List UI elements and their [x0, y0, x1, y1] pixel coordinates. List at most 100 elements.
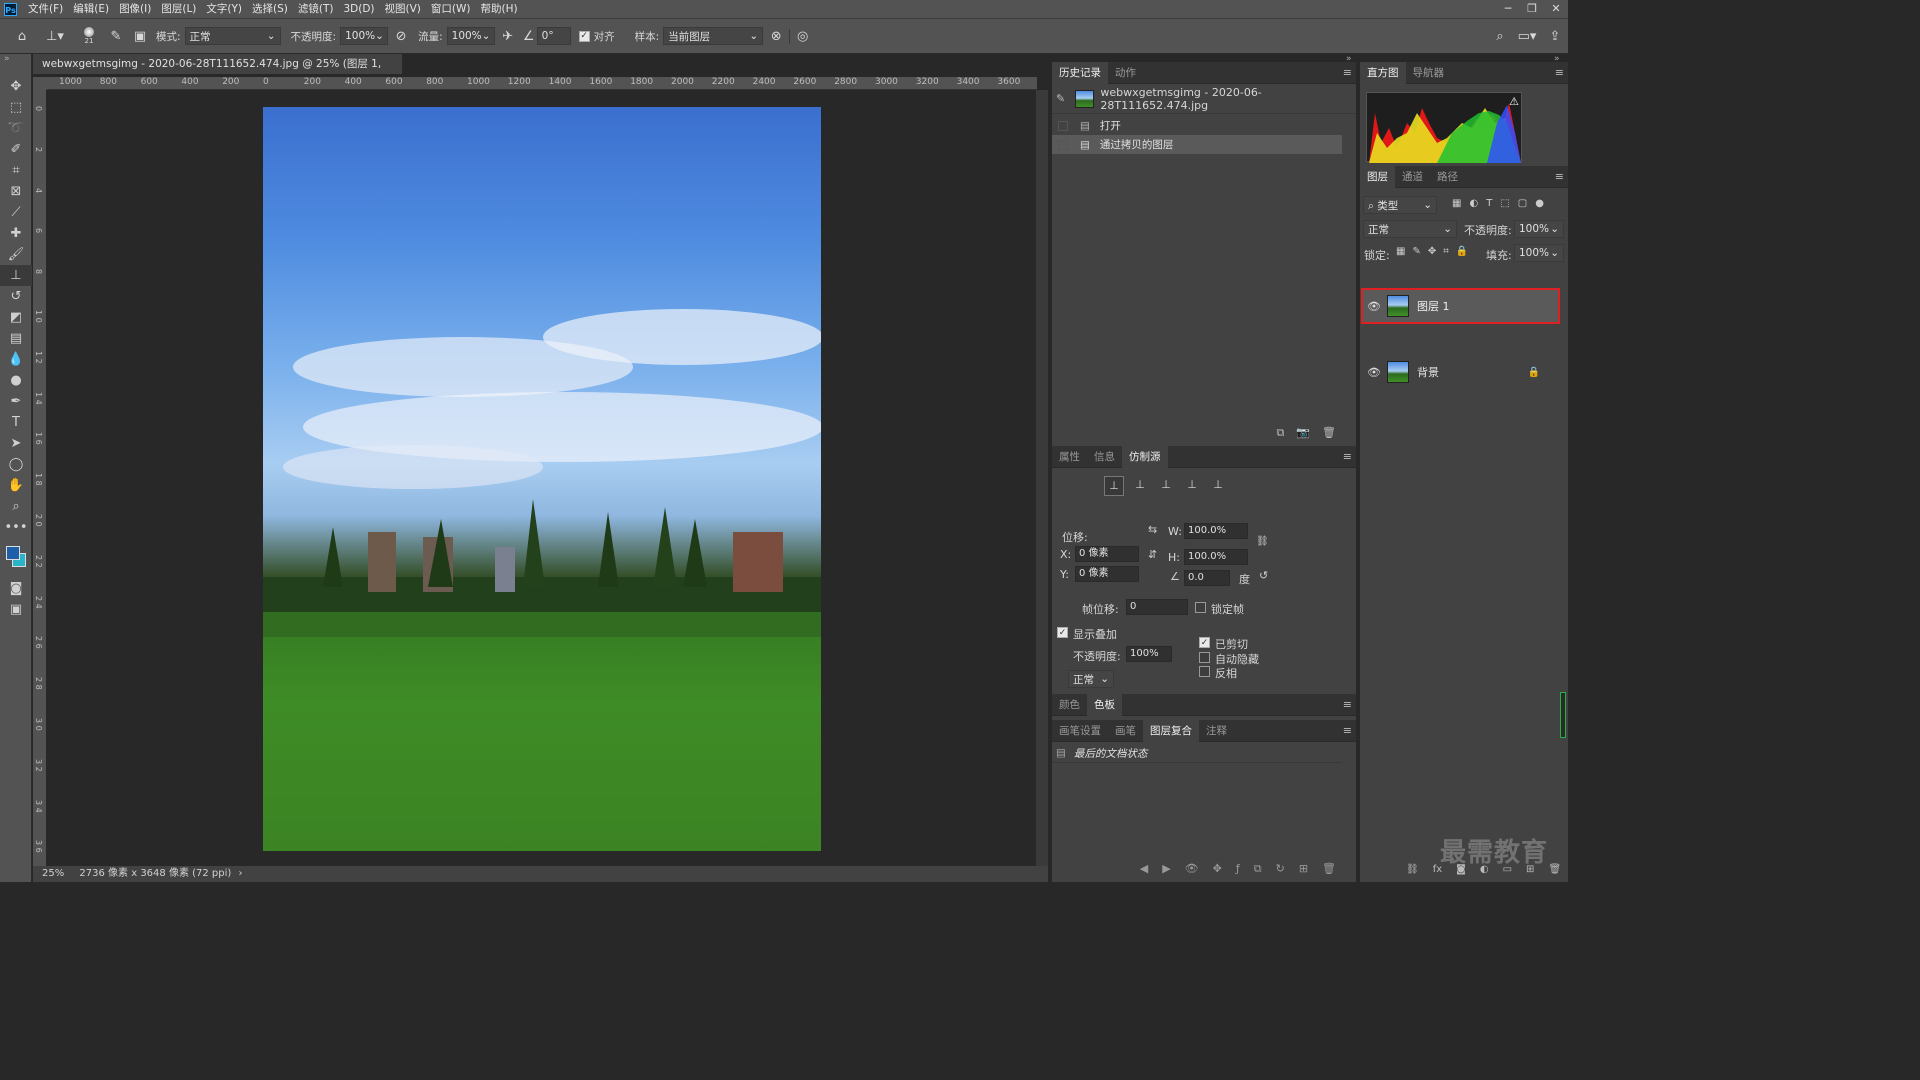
- frame-tool-icon[interactable]: ⊠: [0, 181, 32, 202]
- tab-actions[interactable]: 动作: [1108, 62, 1143, 84]
- trash-icon[interactable]: 🗑: [1322, 426, 1336, 440]
- clone-stamp-preset-icon[interactable]: ⊥▾: [40, 29, 70, 44]
- tab-histogram[interactable]: 直方图: [1360, 61, 1406, 84]
- healing-brush-tool-icon[interactable]: ✚: [0, 223, 32, 244]
- history-item-active[interactable]: ▤ 通过拷贝的图层: [1052, 135, 1342, 154]
- lock-pixels-icon[interactable]: ✎: [1412, 246, 1420, 257]
- appearance-icon[interactable]: ⧉: [1254, 862, 1262, 876]
- brush-settings-icon[interactable]: ✎: [104, 29, 128, 44]
- adjustment-filter-icon[interactable]: ◐: [1469, 198, 1478, 209]
- tab-layer-comps[interactable]: 图层复合: [1143, 719, 1199, 742]
- lock-all-icon[interactable]: 🔒: [1456, 246, 1468, 257]
- new-document-icon[interactable]: ⧉: [1276, 426, 1284, 440]
- link-icon[interactable]: ⛓: [1256, 536, 1269, 547]
- rotation-input[interactable]: 0.0: [1184, 570, 1230, 586]
- lock-artboard-icon[interactable]: ⌗: [1443, 246, 1449, 257]
- invert-checkbox[interactable]: [1199, 666, 1210, 677]
- flow-input[interactable]: 100% ⌄: [446, 27, 495, 45]
- type-tool-icon[interactable]: T: [0, 412, 32, 433]
- layer-comp-item[interactable]: ▤ 最后的文档状态: [1052, 744, 1342, 763]
- w-input[interactable]: 100.0%: [1184, 523, 1248, 539]
- camera-icon[interactable]: 📷: [1296, 426, 1310, 440]
- smart-object-filter-icon[interactable]: ▢: [1518, 198, 1527, 209]
- tab-history[interactable]: 历史记录: [1052, 61, 1108, 84]
- workspace-icon[interactable]: ▭▾: [1512, 29, 1542, 44]
- group-icon[interactable]: ▭: [1503, 864, 1512, 875]
- panel-menu-icon[interactable]: ≡: [1555, 62, 1564, 84]
- menu-view[interactable]: 视图(V): [380, 0, 426, 18]
- layer-filter-select[interactable]: ⌕ 类型 ⌄: [1363, 196, 1437, 214]
- tab-notes[interactable]: 注释: [1199, 720, 1234, 742]
- zoom-tool-icon[interactable]: ⌕: [0, 496, 32, 517]
- filter-toggle-icon[interactable]: ●: [1535, 198, 1544, 209]
- crop-tool-icon[interactable]: ⌗: [0, 160, 32, 181]
- horizontal-ruler[interactable]: 1000 800 600 400 200 0 200 400 600 800 1000 1200 140…: [47, 77, 1037, 90]
- lock-frame-checkbox[interactable]: [1195, 602, 1206, 613]
- canvas-image[interactable]: [263, 107, 821, 851]
- clipped-checkbox[interactable]: ✓: [1199, 637, 1210, 648]
- vertical-ruler[interactable]: 0 2 4 6 8 1 0 1 2 1 4 1 6 1 8 2 0 2 2 2 4 2 6 2 8 3 0 3 …: [33, 90, 46, 866]
- visibility-eye-icon[interactable]: 👁: [1363, 366, 1385, 379]
- layer-row-active[interactable]: 👁 图层 1: [1361, 288, 1560, 324]
- menu-image[interactable]: 图像(I): [114, 0, 156, 18]
- new-comp-icon[interactable]: ⊞: [1299, 862, 1308, 876]
- layers-scrollbar[interactable]: [1560, 692, 1566, 738]
- vertical-scrollbar[interactable]: [1036, 90, 1048, 866]
- panel-menu-icon[interactable]: ≡: [1343, 694, 1352, 716]
- collapse-icon[interactable]: »: [0, 54, 31, 76]
- menu-file[interactable]: 文件(F): [23, 0, 68, 18]
- menu-filter[interactable]: 滤镜(T): [293, 0, 339, 18]
- color-swatches[interactable]: [0, 538, 31, 578]
- ruler-origin[interactable]: [33, 77, 47, 90]
- flip-h-icon[interactable]: ⇆: [1148, 523, 1157, 536]
- hand-tool-icon[interactable]: ✋: [0, 475, 32, 496]
- panel-menu-icon[interactable]: ≡: [1343, 720, 1352, 742]
- menu-type[interactable]: 文字(Y): [201, 0, 247, 18]
- tab-paths[interactable]: 路径: [1430, 166, 1465, 188]
- flip-v-icon[interactable]: ⇵: [1148, 548, 1157, 561]
- tab-properties[interactable]: 属性: [1052, 446, 1087, 468]
- blur-tool-icon[interactable]: 💧: [0, 349, 32, 370]
- share-icon[interactable]: ⇪: [1542, 29, 1568, 44]
- marquee-tool-icon[interactable]: ⬚: [0, 97, 32, 118]
- layer-row[interactable]: 👁 背景 🔒: [1363, 356, 1558, 388]
- eraser-tool-icon[interactable]: ◩: [0, 307, 32, 328]
- clone-source-5-icon[interactable]: ⊥: [1208, 476, 1228, 496]
- menu-window[interactable]: 窗口(W): [426, 0, 476, 18]
- airbrush-icon[interactable]: ✈: [495, 29, 521, 44]
- mode-select[interactable]: 正常 ⌄: [184, 27, 281, 45]
- tab-color[interactable]: 颜色: [1052, 694, 1087, 716]
- angle-input[interactable]: 0°: [536, 27, 571, 45]
- tab-channels[interactable]: 通道: [1395, 166, 1430, 188]
- move-tool-icon[interactable]: ✥: [0, 76, 32, 97]
- restore-icon[interactable]: ❐: [1520, 0, 1544, 18]
- pen-tool-icon[interactable]: ✒: [0, 391, 32, 412]
- adjustment-layer-icon[interactable]: ◐: [1480, 864, 1489, 875]
- layer-blend-select[interactable]: 正常 ⌄: [1363, 220, 1457, 238]
- panel-menu-icon[interactable]: ≡: [1343, 62, 1352, 84]
- clone-source-3-icon[interactable]: ⊥: [1156, 476, 1176, 496]
- tab-brushes[interactable]: 画笔: [1108, 720, 1143, 742]
- eyedropper-tool-icon[interactable]: ⟋: [0, 202, 32, 223]
- update-icon[interactable]: ↻: [1276, 862, 1285, 876]
- pixel-filter-icon[interactable]: ▦: [1452, 198, 1461, 209]
- tab-clone-source[interactable]: 仿制源: [1122, 445, 1168, 468]
- auto-hide-checkbox[interactable]: [1199, 652, 1210, 663]
- more-tools-icon[interactable]: •••: [0, 517, 32, 538]
- visibility-eye-icon[interactable]: 👁: [1363, 300, 1385, 313]
- clone-stamp-tool-icon[interactable]: ⊥: [0, 265, 32, 286]
- overlay-opacity-input[interactable]: 100%: [1126, 646, 1172, 662]
- menu-edit[interactable]: 编辑(E): [68, 0, 114, 18]
- chevron-right-icon[interactable]: ›: [239, 868, 243, 879]
- pressure-opacity-icon[interactable]: ⊘: [388, 29, 414, 44]
- lasso-tool-icon[interactable]: ➰: [0, 118, 32, 139]
- tab-info[interactable]: 信息: [1087, 446, 1122, 468]
- tab-navigator[interactable]: 导航器: [1406, 62, 1452, 84]
- zoom-level[interactable]: 25%: [42, 868, 64, 879]
- clone-source-2-icon[interactable]: ⊥: [1130, 476, 1150, 496]
- panel-menu-icon[interactable]: ≡: [1343, 446, 1352, 468]
- quick-select-tool-icon[interactable]: ✐: [0, 139, 32, 160]
- trash-icon[interactable]: 🗑: [1322, 862, 1336, 876]
- ignore-adjustment-icon[interactable]: ⊗: [763, 29, 789, 44]
- collapse-panels-icon[interactable]: »: [1346, 54, 1352, 64]
